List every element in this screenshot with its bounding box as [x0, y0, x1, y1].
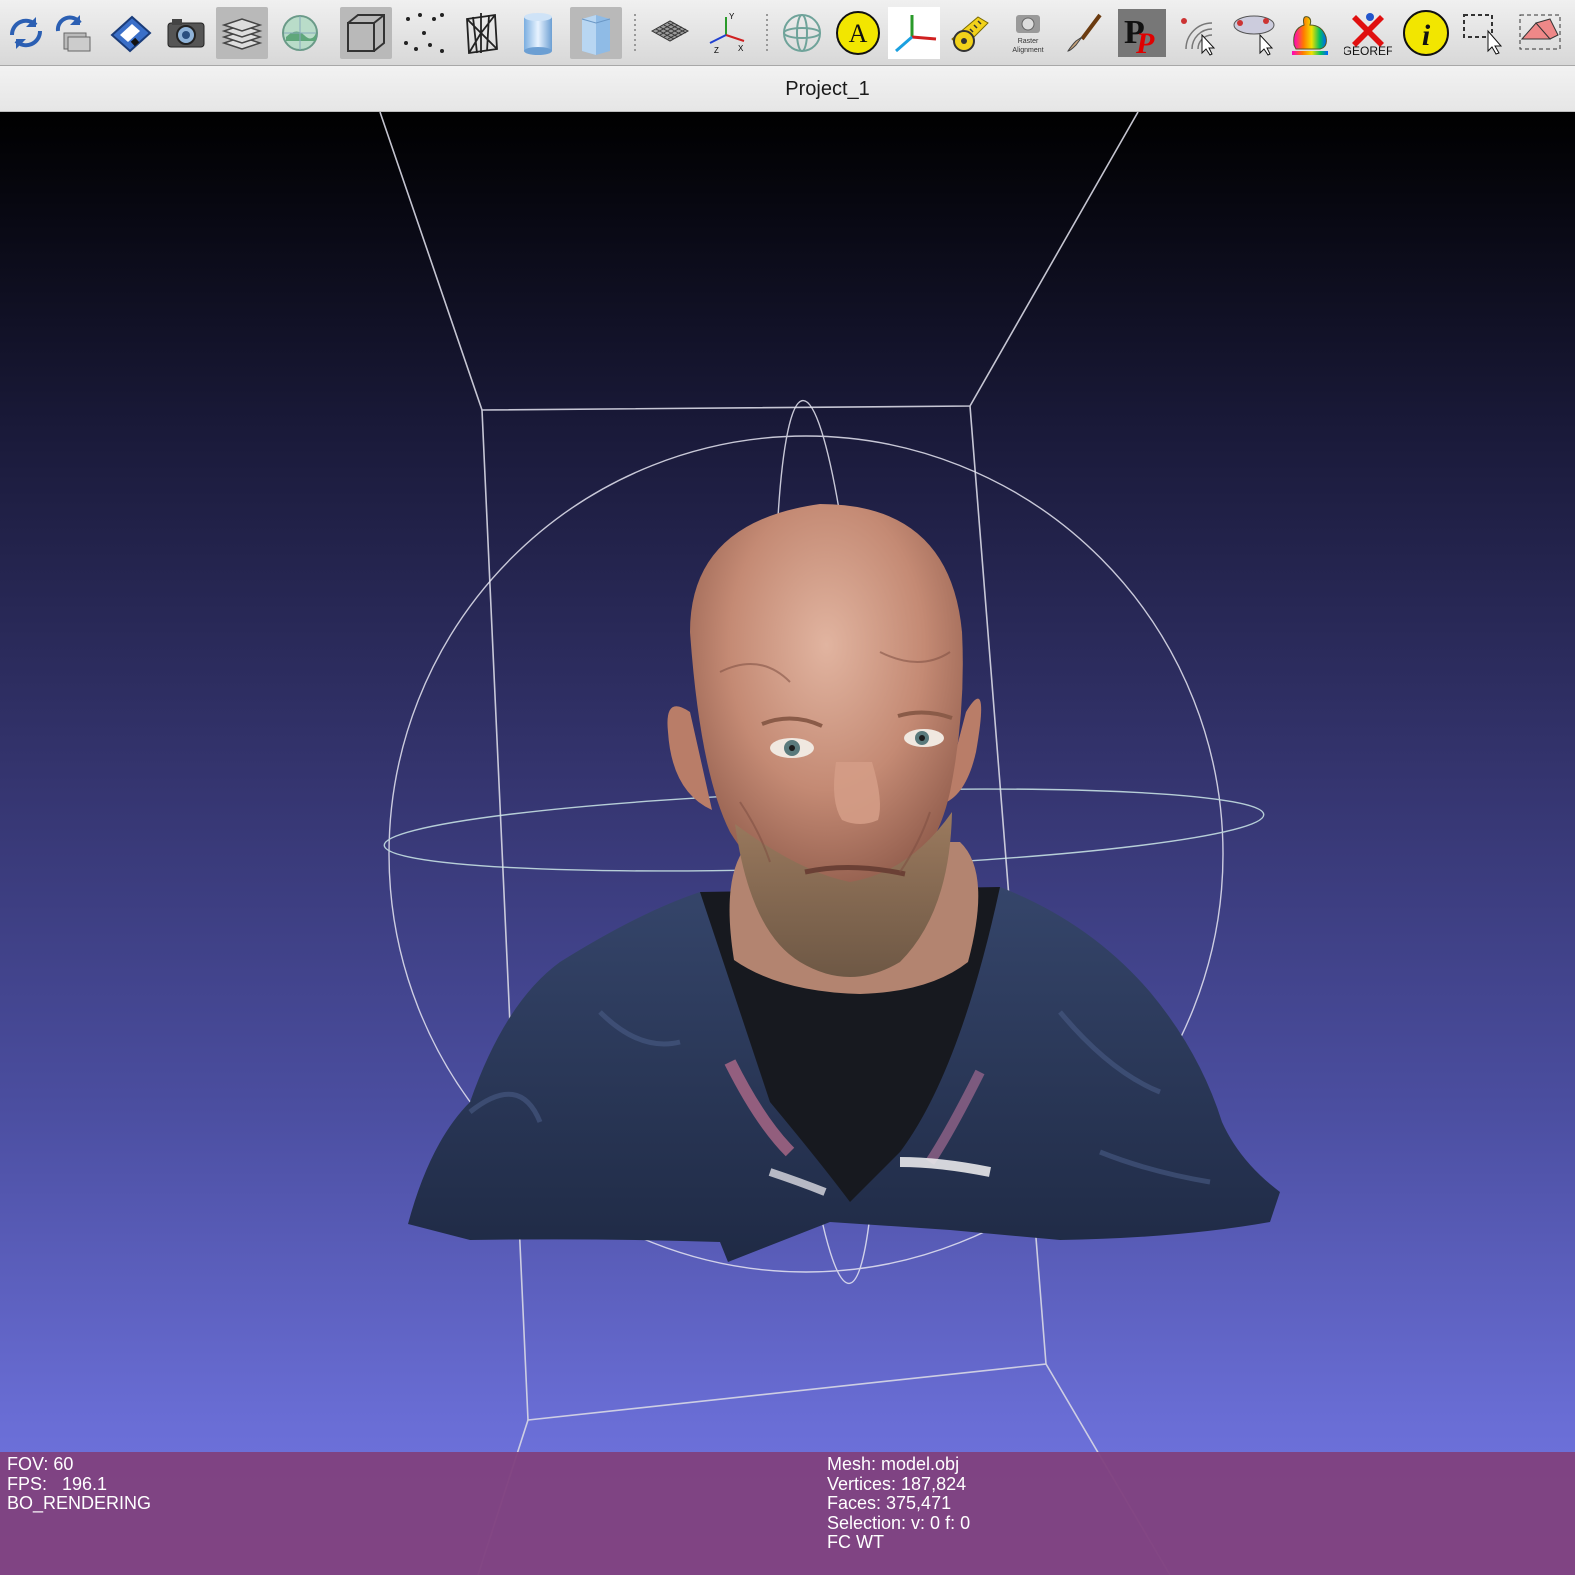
- svg-text:Y: Y: [729, 12, 735, 21]
- measure-tool-button[interactable]: [944, 7, 996, 59]
- align-axes-icon: [895, 15, 937, 53]
- faces-readout: Faces: 375,471: [827, 1493, 952, 1513]
- raster-alignment-button[interactable]: Raster Alignment: [1002, 7, 1054, 59]
- select-vertices-icon: [1181, 18, 1216, 56]
- toolbar-separator: [766, 14, 768, 54]
- georef-label: GEOREF: [1344, 44, 1392, 57]
- smooth-shading-button[interactable]: [512, 7, 564, 59]
- bounding-box-icon: [347, 14, 385, 52]
- flat-shading-icon: [581, 15, 611, 55]
- svg-text:Raster: Raster: [1018, 38, 1039, 45]
- vertices-readout: Vertices: 187,824: [827, 1473, 967, 1494]
- save-icon: [110, 15, 152, 53]
- select-faces-button[interactable]: [1228, 7, 1280, 59]
- save-button[interactable]: [104, 7, 156, 59]
- toolbar-separator: [634, 14, 636, 54]
- snapshot-button[interactable]: [160, 7, 212, 59]
- raster-alignment-icon: Raster Alignment: [1012, 15, 1044, 54]
- fov-readout: FOV: 60: [7, 1454, 74, 1474]
- info-icon: i: [1403, 10, 1449, 56]
- wireframe-icon: [466, 13, 498, 55]
- grid-button[interactable]: [644, 7, 696, 59]
- layers-icon: [221, 18, 263, 50]
- pickpoints-icon: PP: [1118, 9, 1166, 57]
- render-mode-readout: BO_RENDERING: [7, 1493, 152, 1513]
- quality-mapper-button[interactable]: [1284, 7, 1336, 59]
- selection-readout: Selection: v: 0 f: 0: [827, 1512, 971, 1533]
- svg-text:Z: Z: [714, 46, 719, 55]
- annotation-icon: A: [836, 11, 880, 55]
- svg-text:Alignment: Alignment: [1012, 47, 1043, 54]
- info-panel: FOV: 60 FPS: 196.1 BO_RENDERING Mesh: mo…: [0, 1452, 1575, 1575]
- fps-readout: FPS: 196.1: [7, 1473, 108, 1494]
- reload-icon: [9, 17, 43, 49]
- select-rect-button[interactable]: [1458, 7, 1510, 59]
- axes-icon: Y X Z: [709, 12, 745, 55]
- select-faces-rect-button[interactable]: [1514, 7, 1566, 59]
- smooth-shading-icon: [524, 13, 552, 55]
- info-button[interactable]: i: [1400, 7, 1452, 59]
- layers-button[interactable]: [216, 7, 268, 59]
- axes-button[interactable]: Y X Z: [700, 7, 752, 59]
- trackball-button[interactable]: [776, 7, 828, 59]
- svg-text:X: X: [738, 44, 744, 53]
- grid-icon: [650, 20, 690, 42]
- points-button[interactable]: [398, 7, 450, 59]
- select-vertices-button[interactable]: [1170, 7, 1222, 59]
- mesh-name-readout: Mesh: model.obj: [827, 1454, 960, 1474]
- annotation-button[interactable]: A: [832, 7, 884, 59]
- svg-text:A: A: [849, 19, 868, 48]
- reload-button[interactable]: [0, 7, 52, 59]
- reload-all-button[interactable]: [48, 7, 100, 59]
- raster-layer-icon: [282, 15, 318, 51]
- georef-icon: GEOREF: [1344, 13, 1392, 57]
- svg-text:P: P: [1135, 27, 1155, 57]
- toolbar: Y X Z A Raster Alignment PP GEOREF i: [0, 0, 1575, 66]
- measure-tool-icon: [951, 16, 989, 52]
- quality-mapper-icon: [1292, 16, 1328, 55]
- svg-text:i: i: [1422, 19, 1431, 52]
- mesh-flags-readout: FC WT: [827, 1532, 884, 1552]
- scene-render: [379, 112, 1280, 1575]
- document-title[interactable]: Project_1: [0, 78, 1575, 101]
- georef-button[interactable]: GEOREF: [1342, 7, 1394, 59]
- bounding-box-button[interactable]: [340, 7, 392, 59]
- trackball-icon: [783, 14, 821, 52]
- wireframe-button[interactable]: [455, 7, 507, 59]
- snapshot-icon: [167, 19, 205, 48]
- mesh-info: Mesh: model.obj Vertices: 187,824 Faces:…: [827, 1454, 971, 1553]
- paint-brush-button[interactable]: [1058, 7, 1110, 59]
- select-faces-icon: [1233, 15, 1275, 56]
- points-icon: [404, 13, 444, 53]
- paint-brush-icon: [1067, 13, 1102, 52]
- reload-all-icon: [55, 15, 91, 52]
- render-info: FOV: 60 FPS: 196.1 BO_RENDERING: [7, 1454, 152, 1514]
- raster-layer-button[interactable]: [274, 7, 326, 59]
- select-faces-rect-icon: [1519, 14, 1561, 50]
- document-tab-bar: Project_1: [0, 66, 1575, 112]
- pickpoints-button[interactable]: PP: [1116, 7, 1168, 59]
- align-axes-button[interactable]: [888, 7, 940, 59]
- flat-shading-button[interactable]: [570, 7, 622, 59]
- 3d-viewport[interactable]: [0, 112, 1575, 1575]
- select-rect-icon: [1463, 14, 1503, 55]
